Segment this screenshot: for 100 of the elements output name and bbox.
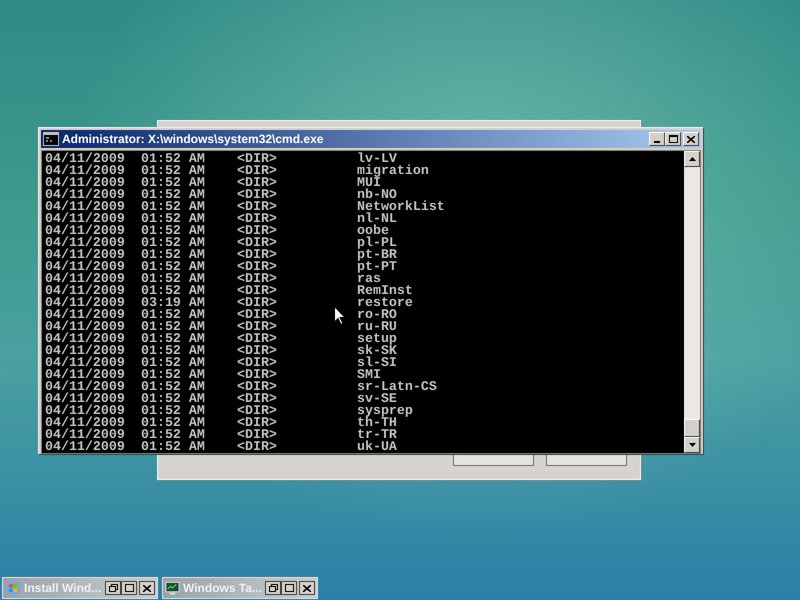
file-time: 01:52 AM: [141, 165, 206, 177]
minimize-icon: [654, 141, 660, 143]
file-time: 01:52 AM: [141, 237, 206, 249]
file-name: uk-UA: [357, 441, 397, 453]
file-time: 01:52 AM: [141, 357, 206, 369]
file-time: 01:52 AM: [141, 429, 206, 441]
file-time: 01:52 AM: [141, 381, 206, 393]
file-name: nl-NL: [357, 213, 397, 225]
close-button[interactable]: [299, 581, 315, 595]
console-icon: [43, 132, 59, 146]
file-date: 04/11/2009: [45, 249, 126, 261]
file-date: 04/11/2009: [45, 309, 126, 321]
restore-icon: [108, 584, 118, 592]
entry-type: <DIR>: [237, 429, 277, 441]
file-date: 04/11/2009: [45, 441, 126, 453]
maximize-button[interactable]: [121, 581, 137, 595]
file-date: 04/11/2009: [45, 201, 126, 213]
scroll-down-button[interactable]: [684, 437, 700, 453]
file-name: tr-TR: [357, 429, 397, 441]
entry-type: <DIR>: [237, 189, 277, 201]
file-date: 04/11/2009: [45, 237, 126, 249]
entry-type: <DIR>: [237, 345, 277, 357]
mouse-cursor-icon: [334, 306, 346, 325]
window-title: Administrator: X:\windows\system32\cmd.exe: [62, 131, 324, 148]
file-time: 01:52 AM: [141, 153, 206, 165]
file-date: 04/11/2009: [45, 297, 126, 309]
scrollbar[interactable]: [684, 151, 700, 453]
file-time: 01:52 AM: [141, 285, 206, 297]
shut-down-button[interactable]: [453, 455, 534, 466]
entry-type: <DIR>: [237, 249, 277, 261]
file-date: 04/11/2009: [45, 357, 126, 369]
file-time: 01:52 AM: [141, 333, 206, 345]
close-button[interactable]: [139, 581, 155, 595]
scroll-thumb[interactable]: [684, 419, 700, 437]
file-name: sk-SK: [357, 345, 397, 357]
file-time: 01:52 AM: [141, 369, 206, 381]
entry-type: <DIR>: [237, 417, 277, 429]
file-date: 04/11/2009: [45, 333, 126, 345]
entry-type: <DIR>: [237, 309, 277, 321]
down-arrow-icon: [688, 443, 696, 447]
file-date: 04/11/2009: [45, 429, 126, 441]
file-date: 04/11/2009: [45, 273, 126, 285]
minimize-button[interactable]: [649, 132, 665, 146]
minimized-window[interactable]: Install Wind...: [2, 577, 158, 599]
entry-type: <DIR>: [237, 405, 277, 417]
file-date: 04/11/2009: [45, 345, 126, 357]
scroll-up-button[interactable]: [684, 151, 700, 167]
entry-type: <DIR>: [237, 321, 277, 333]
file-time: 01:52 AM: [141, 201, 206, 213]
restore-button[interactable]: [265, 581, 281, 595]
entry-type: <DIR>: [237, 261, 277, 273]
close-icon: [303, 584, 311, 592]
entry-type: <DIR>: [237, 285, 277, 297]
file-name: MUI: [357, 177, 381, 189]
file-time: 01:52 AM: [141, 417, 206, 429]
file-name: oobe: [357, 225, 389, 237]
file-name: migration: [357, 165, 429, 177]
minimized-window[interactable]: Windows Ta...: [162, 577, 318, 599]
file-date: 04/11/2009: [45, 213, 126, 225]
file-time: 01:52 AM: [141, 345, 206, 357]
file-name: pt-PT: [357, 261, 397, 273]
window-title: Windows Ta...: [182, 580, 262, 597]
file-date: 04/11/2009: [45, 369, 126, 381]
file-name: pl-PL: [357, 237, 397, 249]
restart-button[interactable]: [546, 455, 627, 466]
file-name: RemInst: [357, 285, 413, 297]
entry-type: <DIR>: [237, 213, 277, 225]
file-name: ro-RO: [357, 309, 397, 321]
entry-type: <DIR>: [237, 369, 277, 381]
file-time: 01:52 AM: [141, 249, 206, 261]
entry-type: <DIR>: [237, 357, 277, 369]
file-name: setup: [357, 333, 397, 345]
file-time: 01:52 AM: [141, 213, 206, 225]
entry-type: <DIR>: [237, 273, 277, 285]
entry-type: <DIR>: [237, 381, 277, 393]
file-date: 04/11/2009: [45, 165, 126, 177]
entry-type: <DIR>: [237, 333, 277, 345]
file-name: restore: [357, 297, 413, 309]
file-date: 04/11/2009: [45, 261, 126, 273]
window-title: Install Wind...: [24, 580, 102, 597]
maximize-icon: [668, 135, 678, 143]
entry-type: <DIR>: [237, 297, 277, 309]
entry-type: <DIR>: [237, 441, 277, 453]
maximize-button[interactable]: [281, 581, 297, 595]
file-date: 04/11/2009: [45, 285, 126, 297]
file-name: lv-LV: [357, 153, 397, 165]
file-date: 04/11/2009: [45, 393, 126, 405]
close-icon: [687, 136, 695, 142]
file-time: 01:52 AM: [141, 177, 206, 189]
file-name: nb-NO: [357, 189, 397, 201]
file-date: 04/11/2009: [45, 153, 126, 165]
file-time: 01:52 AM: [141, 405, 206, 417]
file-time: 01:52 AM: [141, 309, 206, 321]
file-date: 04/11/2009: [45, 189, 126, 201]
file-time: 01:52 AM: [141, 261, 206, 273]
entry-type: <DIR>: [237, 393, 277, 405]
file-name: sysprep: [357, 405, 413, 417]
restore-button[interactable]: [105, 581, 121, 595]
file-name: ru-RU: [357, 321, 397, 333]
entry-type: <DIR>: [237, 237, 277, 249]
